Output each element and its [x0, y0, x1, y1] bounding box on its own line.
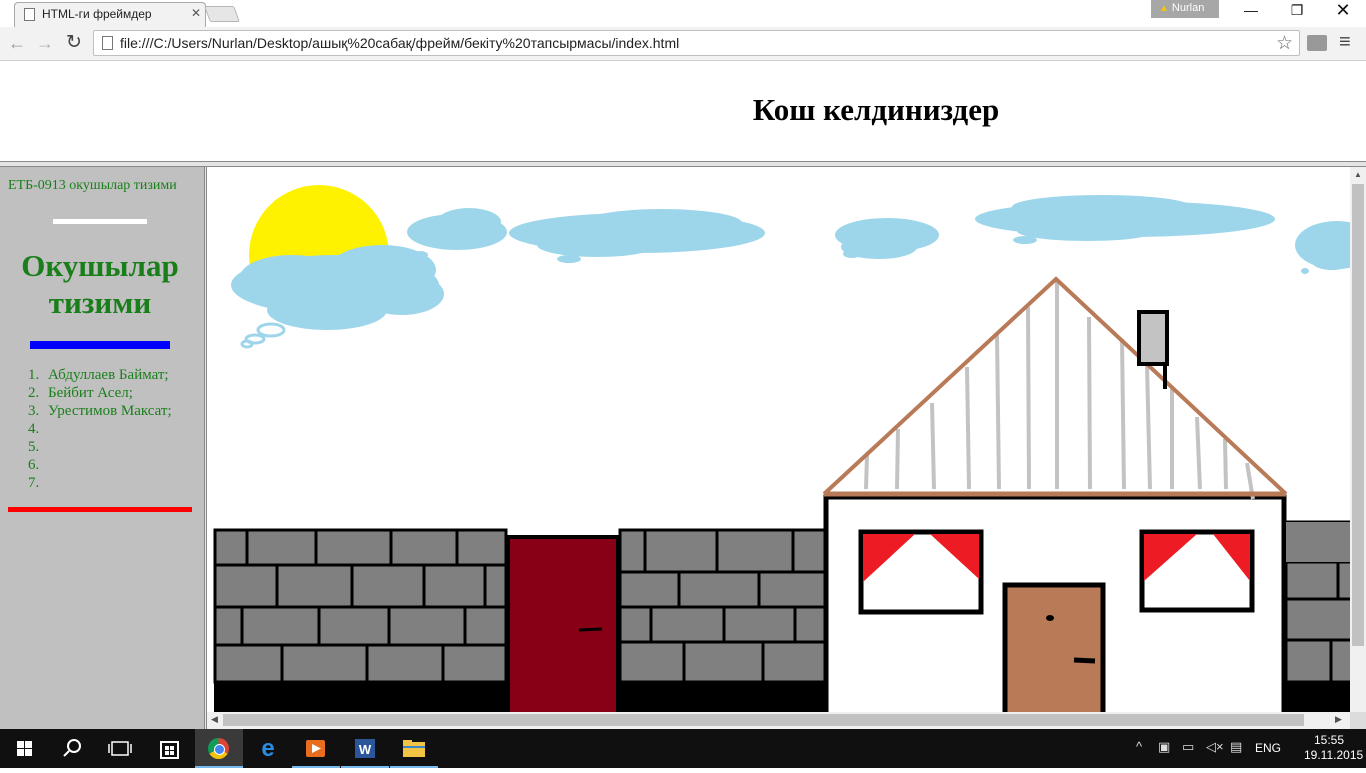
search-icon: [63, 739, 81, 757]
list-item: 3. Урестимов Максат;: [28, 403, 172, 419]
forward-button[interactable]: →: [32, 30, 58, 56]
close-window-button[interactable]: ✕: [1320, 0, 1366, 22]
list-item: 7.: [28, 475, 40, 491]
clock[interactable]: 15:55 19.11.2015: [1304, 733, 1364, 763]
chimney: [1137, 310, 1169, 366]
tab-html-frames[interactable]: HTML-ги фреймдер ✕: [14, 2, 206, 27]
maximize-button[interactable]: ❐: [1274, 2, 1320, 24]
folder-icon: [403, 740, 425, 757]
scroll-corner: [1350, 712, 1366, 729]
clock-time: 15:55: [1313, 733, 1345, 747]
volume-muted-icon[interactable]: ◁×: [1206, 739, 1224, 755]
start-button[interactable]: [0, 729, 48, 768]
task-view-button[interactable]: [96, 729, 144, 768]
windows-logo-icon: [17, 741, 32, 756]
cloud: [509, 209, 765, 263]
roof-stripes: [864, 279, 1255, 500]
taskbar-explorer[interactable]: [390, 729, 438, 768]
browser-toolbar: ← → ↻ file:///C:/Users/Nurlan/Desktop/аш…: [0, 27, 1366, 61]
back-button[interactable]: ←: [4, 30, 30, 56]
door-handle: [1073, 657, 1096, 664]
minimize-button[interactable]: —: [1228, 2, 1274, 24]
list-item: 1. Абдуллаев Баймат;: [28, 367, 169, 383]
student-name: Абдуллаев Баймат;: [48, 367, 169, 383]
network-icon[interactable]: ▣: [1158, 739, 1170, 755]
address-bar[interactable]: file:///C:/Users/Nurlan/Desktop/ашық%20с…: [93, 30, 1300, 56]
task-view-icon: [108, 741, 132, 756]
store-button[interactable]: [146, 729, 194, 768]
welcome-heading: Кош келдиниздер: [752, 92, 1000, 127]
bookmark-star-icon[interactable]: ☆: [1276, 32, 1293, 55]
student-name: Бейбит Асел;: [48, 385, 133, 401]
scroll-right-icon[interactable]: ▶: [1335, 714, 1342, 725]
student-list: 1. Абдуллаев Баймат; 2. Бейбит Асел; 3. Уре…: [28, 366, 172, 492]
vertical-scrollbar[interactable]: ▲: [1350, 167, 1366, 712]
gate: [506, 535, 620, 729]
horizontal-scroll-thumb[interactable]: [223, 714, 1304, 726]
file-icon: [102, 36, 113, 50]
taskbar: e W ^ ▣ ▭ ◁× ▤ ENG 15:55 19.11.2015: [0, 729, 1366, 768]
left-frame: ЕТБ-0913 окушылар тизими Окушылар тизими…: [0, 167, 204, 729]
taskbar-edge[interactable]: e: [244, 729, 292, 768]
page-icon: [24, 8, 35, 21]
store-icon: [160, 741, 179, 759]
profile-button[interactable]: ▲ Nurlan: [1151, 0, 1219, 18]
stone-wall-middle: [618, 528, 827, 684]
tab-close-icon[interactable]: ✕: [191, 6, 201, 20]
list-item: 4.: [28, 421, 40, 437]
divider-red: [8, 507, 192, 512]
chrome-icon: [208, 738, 229, 759]
window-left: [858, 529, 984, 615]
house-picture: [213, 185, 1366, 729]
list-heading: Окушылар тизими: [21, 248, 179, 320]
taskbar-media-player[interactable]: [292, 729, 340, 768]
url-text[interactable]: file:///C:/Users/Nurlan/Desktop/ашық%20с…: [120, 35, 679, 51]
taskbar-word[interactable]: W: [341, 729, 389, 768]
tab-strip: HTML-ги фреймдер ✕ ▲ Nurlan — ❐ ✕: [0, 0, 1366, 27]
top-frame: Кош келдиниздер: [0, 62, 1366, 161]
stone-wall-left: [213, 528, 508, 684]
tab-title: HTML-ги фреймдер: [42, 7, 152, 21]
window-right: [1139, 529, 1255, 613]
word-icon: W: [355, 739, 375, 758]
extension-icon[interactable]: [1307, 35, 1327, 51]
vertical-scroll-thumb[interactable]: [1352, 184, 1364, 646]
cloud: [975, 195, 1275, 244]
svg-text:W: W: [359, 742, 372, 757]
warning-icon: ▲: [1159, 3, 1169, 14]
divider-blue: [30, 341, 170, 349]
action-center-icon[interactable]: ▤: [1230, 739, 1242, 755]
cloud-tail: [240, 322, 286, 349]
battery-icon[interactable]: ▭: [1182, 739, 1194, 755]
clock-date: 19.11.2015: [1304, 748, 1364, 762]
scroll-up-icon[interactable]: ▲: [1354, 170, 1362, 179]
group-label: ЕТБ-0913 окушылар тизими: [8, 178, 177, 193]
media-player-icon: [306, 740, 325, 757]
horizontal-scrollbar[interactable]: ◀ ▶: [207, 712, 1350, 729]
main-frame: [207, 167, 1366, 729]
cloud: [407, 208, 507, 259]
new-tab-button[interactable]: [204, 6, 240, 22]
scroll-left-icon[interactable]: ◀: [211, 714, 218, 725]
divider-white: [53, 219, 147, 224]
search-button[interactable]: [48, 729, 96, 768]
house-door: [1002, 582, 1106, 729]
menu-icon[interactable]: ≡: [1339, 31, 1351, 54]
student-name: Урестимов Максат;: [48, 403, 172, 419]
list-item: 2. Бейбит Асел;: [28, 385, 133, 401]
list-item: 5.: [28, 439, 40, 455]
cloud: [835, 218, 939, 259]
taskbar-chrome[interactable]: [195, 729, 243, 768]
profile-name: Nurlan: [1171, 2, 1205, 14]
gate-handle: [578, 627, 603, 632]
language-indicator[interactable]: ENG: [1255, 741, 1281, 755]
list-item: 6.: [28, 457, 40, 473]
edge-icon: e: [261, 735, 275, 762]
chevron-up-icon[interactable]: ^: [1136, 739, 1142, 754]
reload-button[interactable]: ↻: [61, 30, 87, 56]
door-peephole: [1046, 615, 1054, 621]
